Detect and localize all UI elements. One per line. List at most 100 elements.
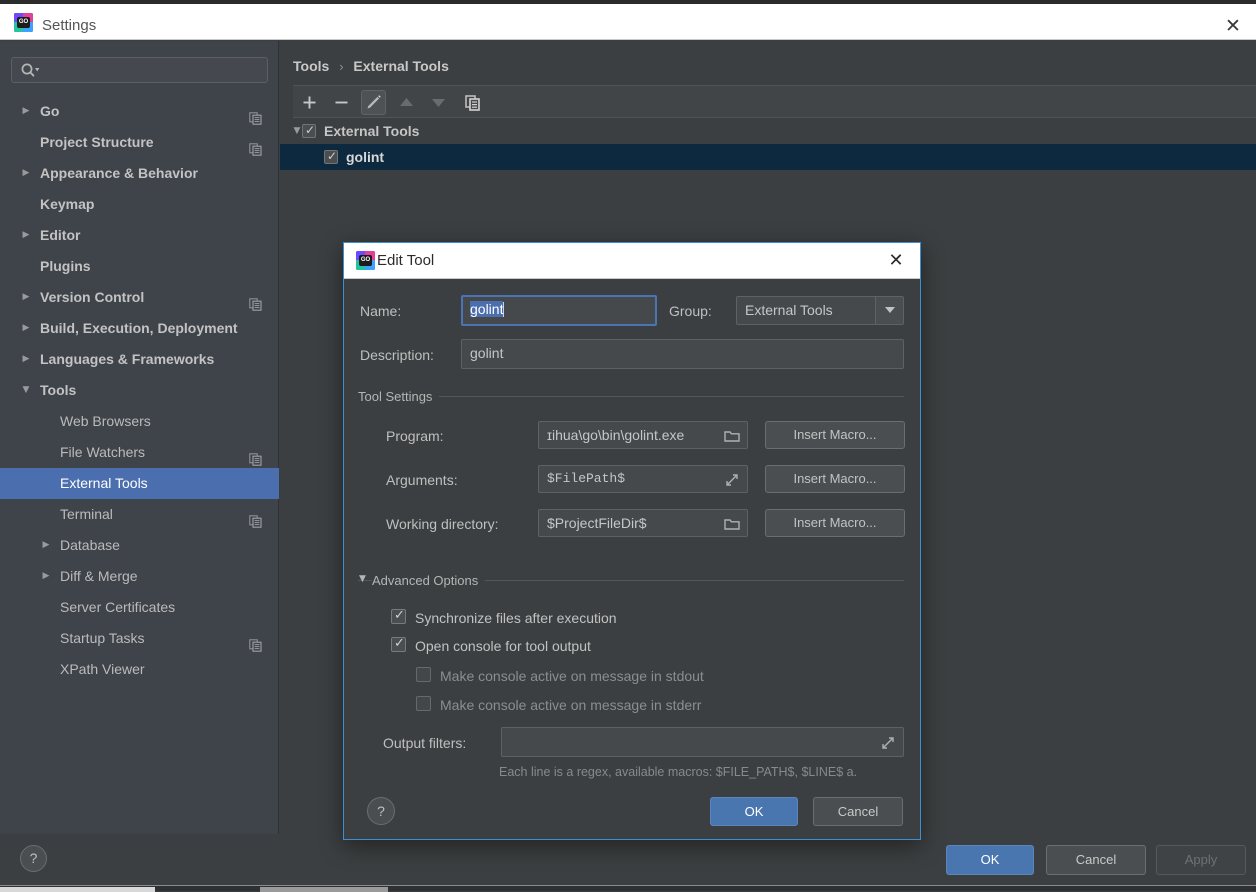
sidebar-item-label: Editor <box>40 227 80 243</box>
copy-settings-icon[interactable] <box>249 508 262 521</box>
settings-sidebar: ▶GoProject Structure▶Appearance & Behavi… <box>0 41 279 834</box>
window-titlebar: GO Settings ✕ <box>0 4 1256 40</box>
chevron-down-icon[interactable]: ▼ <box>18 375 34 406</box>
arguments-input[interactable]: $FilePath$ <box>538 465 748 493</box>
sidebar-item-diff-merge[interactable]: ▶Diff & Merge <box>0 561 279 592</box>
working-directory-input[interactable]: $ProjectFileDir$ <box>538 509 748 537</box>
chevron-right-icon[interactable]: ▶ <box>18 344 34 375</box>
sidebar-item-database[interactable]: ▶Database <box>0 530 279 561</box>
help-button[interactable]: ? <box>20 845 47 872</box>
sidebar-item-label: Languages & Frameworks <box>40 351 214 367</box>
sidebar-item-keymap[interactable]: Keymap <box>0 189 279 220</box>
chevron-right-icon[interactable]: ▶ <box>18 96 34 127</box>
sidebar-item-tools[interactable]: ▼Tools <box>0 375 279 406</box>
chevron-right-icon[interactable]: ▶ <box>38 530 54 561</box>
copy-settings-icon[interactable] <box>249 105 262 118</box>
sidebar-item-external-tools[interactable]: External Tools <box>0 468 279 499</box>
sidebar-item-label: Startup Tasks <box>60 630 145 646</box>
sidebar-item-startup-tasks[interactable]: Startup Tasks <box>0 623 279 654</box>
search-input[interactable] <box>11 57 268 83</box>
group-dropdown[interactable]: External Tools <box>736 296 904 325</box>
checkbox-label: Make console active on message in stderr <box>440 696 701 714</box>
dialog-cancel-button[interactable]: Cancel <box>813 797 903 826</box>
dialog-icon-label: GO <box>359 255 372 266</box>
working-directory-insert-macro-button[interactable]: Insert Macro... <box>765 509 905 537</box>
tool-tree-root-checkbox[interactable]: ✓ <box>302 124 316 138</box>
advanced-options-group-label[interactable]: Advanced Options <box>372 573 485 588</box>
close-icon[interactable]: ✕ <box>1210 8 1256 44</box>
checkbox-box[interactable]: ✓ <box>391 609 406 624</box>
output-filters-hint: Each line is a regex, available macros: … <box>499 765 857 779</box>
remove-button[interactable] <box>329 90 354 115</box>
copy-settings-icon[interactable] <box>249 291 262 304</box>
program-input[interactable]: ɪihua\go\bin\golint.exe <box>538 421 748 449</box>
sidebar-item-project-structure[interactable]: Project Structure <box>0 127 279 158</box>
folder-icon[interactable] <box>724 428 740 444</box>
working-directory-label: Working directory: <box>386 513 499 535</box>
sidebar-item-plugins[interactable]: Plugins <box>0 251 279 282</box>
group-label: Group: <box>669 300 712 322</box>
checkbox-box[interactable]: ✓ <box>391 637 406 652</box>
chevron-down-icon[interactable] <box>875 296 903 325</box>
arguments-insert-macro-button[interactable]: Insert Macro... <box>765 465 905 493</box>
sidebar-item-languages-frameworks[interactable]: ▶ Languages & Frameworks <box>0 344 279 375</box>
chevron-right-icon[interactable]: ▶ <box>18 220 34 251</box>
breadcrumb-root[interactable]: Tools <box>293 58 329 74</box>
expand-icon[interactable] <box>724 472 740 488</box>
sidebar-item-web-browsers[interactable]: Web Browsers <box>0 406 279 437</box>
sidebar-item-editor[interactable]: ▶ Editor <box>0 220 279 251</box>
move-down-button[interactable] <box>426 90 451 115</box>
edit-button[interactable] <box>361 90 386 115</box>
app-icon-label: GO <box>17 17 30 28</box>
arguments-input-value: $FilePath$ <box>547 471 625 486</box>
copy-button[interactable] <box>460 90 485 115</box>
expand-icon[interactable] <box>880 735 896 751</box>
copy-settings-icon[interactable] <box>249 136 262 149</box>
sidebar-item-label: XPath Viewer <box>60 661 145 677</box>
settings-cancel-button[interactable]: Cancel <box>1046 845 1146 875</box>
arguments-label: Arguments: <box>386 469 458 491</box>
settings-apply-button[interactable]: Apply <box>1156 845 1246 875</box>
chevron-right-icon[interactable]: ▶ <box>18 313 34 344</box>
dialog-help-button[interactable]: ? <box>367 797 395 825</box>
sidebar-item-file-watchers[interactable]: File Watchers <box>0 437 279 468</box>
sidebar-item-xpath-viewer[interactable]: XPath Viewer <box>0 654 279 685</box>
move-up-button[interactable] <box>394 90 419 115</box>
sidebar-item-label: Appearance & Behavior <box>40 165 198 181</box>
checkbox-box[interactable] <box>416 696 431 711</box>
chevron-down-icon[interactable]: ▼ <box>359 574 366 584</box>
name-input[interactable]: golint <box>461 295 657 326</box>
tool-tree-item-checkbox[interactable]: ✓ <box>324 150 338 164</box>
dialog-ok-button[interactable]: OK <box>710 797 798 826</box>
checkbox-box[interactable] <box>416 667 431 682</box>
sidebar-item-go[interactable]: ▶Go <box>0 96 279 127</box>
program-insert-macro-button[interactable]: Insert Macro... <box>765 421 905 449</box>
output-filters-input[interactable] <box>501 727 904 757</box>
description-input[interactable]: golint <box>461 339 904 369</box>
tool-settings-divider <box>358 396 904 397</box>
copy-settings-icon[interactable] <box>249 446 262 459</box>
chevron-right-icon[interactable]: ▶ <box>38 561 54 592</box>
sidebar-item-server-certificates[interactable]: Server Certificates <box>0 592 279 623</box>
chevron-right-icon[interactable]: ▶ <box>18 282 34 313</box>
sidebar-item-appearance-behavior[interactable]: ▶ Appearance & Behavior <box>0 158 279 189</box>
copy-settings-icon[interactable] <box>249 632 262 645</box>
name-input-value: golint <box>470 301 503 317</box>
taskbar-sliver <box>0 885 1256 891</box>
goland-app-icon: GO <box>14 13 33 32</box>
folder-icon[interactable] <box>724 516 740 532</box>
goland-dialog-icon: GO <box>356 251 375 270</box>
chevron-right-icon[interactable]: ▶ <box>18 158 34 189</box>
breadcrumb-separator: › <box>333 59 349 74</box>
sidebar-item-terminal[interactable]: Terminal <box>0 499 279 530</box>
dialog-titlebar: GO Edit Tool ✕ <box>344 243 920 279</box>
add-button[interactable] <box>297 90 322 115</box>
tool-tree-item-golint[interactable]: ✓ golint <box>280 144 1256 170</box>
search-box[interactable] <box>11 57 268 83</box>
dialog-close-icon[interactable]: ✕ <box>876 243 916 279</box>
sidebar-item-label: Terminal <box>60 506 113 522</box>
sidebar-item-version-control[interactable]: ▶Version Control <box>0 282 279 313</box>
settings-ok-button[interactable]: OK <box>946 845 1034 875</box>
tool-tree-root-row[interactable]: ▼ ✓ External Tools <box>280 118 1256 144</box>
sidebar-item-build-execution-deployment[interactable]: ▶Build, Execution, Deployment <box>0 313 279 344</box>
